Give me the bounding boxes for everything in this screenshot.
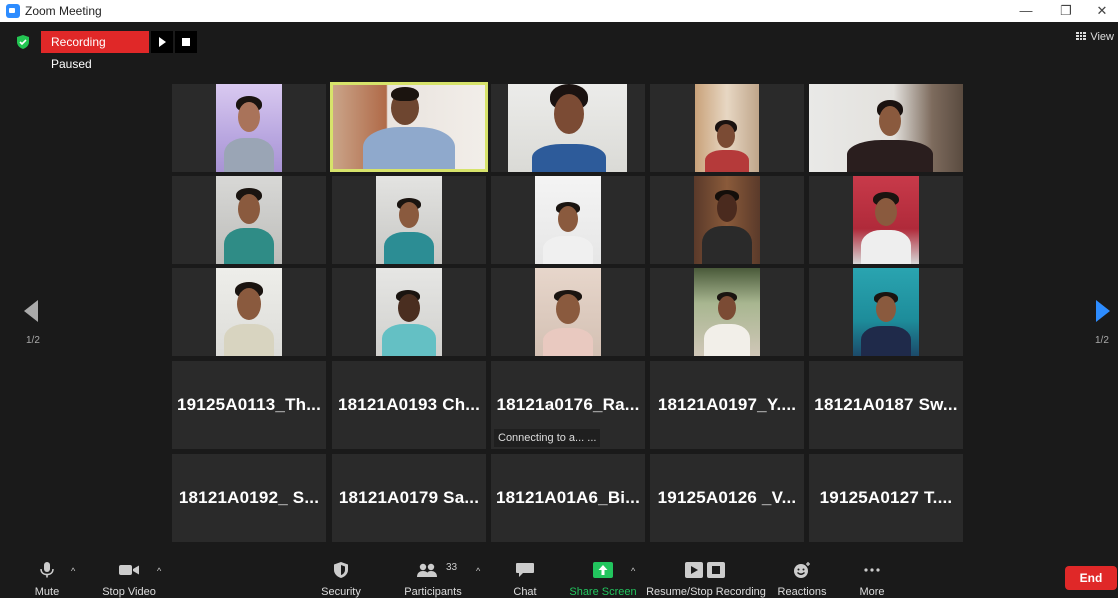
video-camera-icon	[119, 565, 139, 575]
close-button[interactable]: ✕	[1084, 0, 1118, 22]
zoom-app-icon	[6, 4, 20, 18]
microphone-icon	[40, 562, 54, 578]
view-label: View	[1090, 31, 1114, 43]
share-options-chevron-icon[interactable]: ^	[631, 566, 635, 576]
participant-video-4[interactable]	[650, 84, 804, 172]
participant-name: 18121A0187 Sw...	[814, 395, 958, 414]
participant-video-8[interactable]	[491, 176, 645, 264]
participant-tile-3[interactable]: 18121a0176_Ra... Connecting to a... ...	[491, 361, 645, 449]
resume-stop-recording-button[interactable]: Resume/Stop Recording	[646, 558, 766, 598]
participant-video-9[interactable]	[650, 176, 804, 264]
more-button[interactable]: More	[852, 558, 892, 598]
more-label: More	[859, 586, 885, 598]
resume-recording-button[interactable]	[151, 31, 173, 53]
participant-name: 18121a0176_Ra...	[496, 395, 640, 414]
participants-button[interactable]: 33 Participants	[398, 558, 468, 598]
participant-name: 18121A0192_ S...	[178, 488, 320, 507]
encryption-shield-icon[interactable]	[16, 35, 30, 49]
participant-video-1[interactable]	[172, 84, 326, 172]
security-label: Security	[321, 586, 361, 598]
page-indicator-right: 1/2	[1095, 335, 1109, 346]
participant-tile-8[interactable]: 18121A01A6_Bi...	[491, 454, 645, 542]
participant-tile-5[interactable]: 18121A0187 Sw...	[809, 361, 963, 449]
view-button[interactable]: View	[1076, 31, 1114, 43]
participant-video-6[interactable]	[172, 176, 326, 264]
next-page-arrow-icon[interactable]	[1096, 300, 1110, 322]
participant-name: 18121A0179 Sa...	[338, 488, 480, 507]
resume-stop-recording-label: Resume/Stop Recording	[646, 586, 766, 598]
window-title: Zoom Meeting	[25, 4, 102, 18]
stop-recording-button[interactable]	[175, 31, 197, 53]
participant-tile-2[interactable]: 18121A0193 Ch...	[332, 361, 486, 449]
participant-video-11[interactable]	[172, 268, 326, 356]
stop-video-label: Stop Video	[102, 586, 156, 598]
share-screen-label: Share Screen	[569, 586, 637, 598]
restore-button[interactable]: ❐	[1048, 0, 1084, 22]
participant-video-2-active-speaker[interactable]	[330, 82, 488, 172]
share-screen-button[interactable]: Share Screen	[568, 558, 638, 598]
participant-name: 19125A0113_Th...	[176, 395, 322, 414]
recording-status-badge: Recording Paused	[41, 31, 149, 71]
participants-count: 33	[446, 562, 458, 573]
participant-video-7[interactable]	[332, 176, 486, 264]
stop-video-button[interactable]: Stop Video	[98, 558, 160, 598]
reactions-smiley-icon	[794, 562, 810, 578]
minimize-button[interactable]: —	[1008, 0, 1044, 22]
participant-video-5[interactable]	[809, 84, 963, 172]
grid-icon	[1076, 32, 1087, 41]
previous-page-arrow-icon[interactable]	[24, 300, 38, 322]
participant-tile-7[interactable]: 18121A0179 Sa...	[332, 454, 486, 542]
reactions-label: Reactions	[777, 586, 827, 598]
window-titlebar: Zoom Meeting — ❐ ✕	[0, 0, 1118, 22]
connecting-status: Connecting to a... ...	[494, 429, 601, 447]
participants-icon	[417, 563, 437, 577]
recording-controls-icon	[685, 562, 725, 578]
audio-options-chevron-icon[interactable]: ^	[71, 566, 75, 576]
participant-tile-4[interactable]: 18121A0197_Y....	[650, 361, 804, 449]
meeting-window: Recording Paused View 1/2 1/2 19125A0113…	[0, 22, 1118, 598]
play-icon	[159, 37, 166, 47]
meeting-controls-toolbar: Mute ^ Stop Video ^ Security 33 Particip…	[0, 558, 1118, 598]
participant-name: 18121A0197_Y....	[657, 395, 797, 414]
reactions-button[interactable]: Reactions	[774, 558, 830, 598]
participant-name: 19125A0126 _V...	[657, 488, 797, 507]
participant-tile-1[interactable]: 19125A0113_Th...	[172, 361, 326, 449]
participant-video-13[interactable]	[491, 268, 645, 356]
participant-name: 19125A0127 T....	[819, 488, 953, 507]
participant-video-15[interactable]	[809, 268, 963, 356]
participants-options-chevron-icon[interactable]: ^	[476, 566, 480, 576]
participant-name: 18121A0193 Ch...	[337, 395, 481, 414]
page-indicator-left: 1/2	[26, 335, 40, 346]
mute-label: Mute	[34, 586, 60, 598]
participant-tile-9[interactable]: 19125A0126 _V...	[650, 454, 804, 542]
participant-name: 18121A01A6_Bi...	[495, 488, 640, 507]
mute-button[interactable]: Mute	[22, 558, 72, 598]
participant-video-12[interactable]	[332, 268, 486, 356]
stop-icon	[182, 38, 190, 46]
chat-label: Chat	[513, 586, 537, 598]
more-dots-icon	[864, 568, 880, 572]
participant-tile-10[interactable]: 19125A0127 T....	[809, 454, 963, 542]
security-shield-icon	[334, 562, 348, 578]
chat-button[interactable]: Chat	[505, 558, 545, 598]
participant-video-14[interactable]	[650, 268, 804, 356]
meeting-top-bar: Recording Paused View	[0, 22, 1118, 71]
security-button[interactable]: Security	[314, 558, 368, 598]
participant-video-3[interactable]	[491, 84, 645, 172]
share-screen-arrow-icon	[593, 562, 613, 578]
participant-tile-6[interactable]: 18121A0192_ S...	[172, 454, 326, 542]
end-meeting-button[interactable]: End	[1065, 566, 1117, 590]
participants-label: Participants	[404, 586, 462, 598]
chat-bubble-icon	[516, 563, 534, 577]
participant-video-10[interactable]	[809, 176, 963, 264]
video-options-chevron-icon[interactable]: ^	[157, 566, 161, 576]
